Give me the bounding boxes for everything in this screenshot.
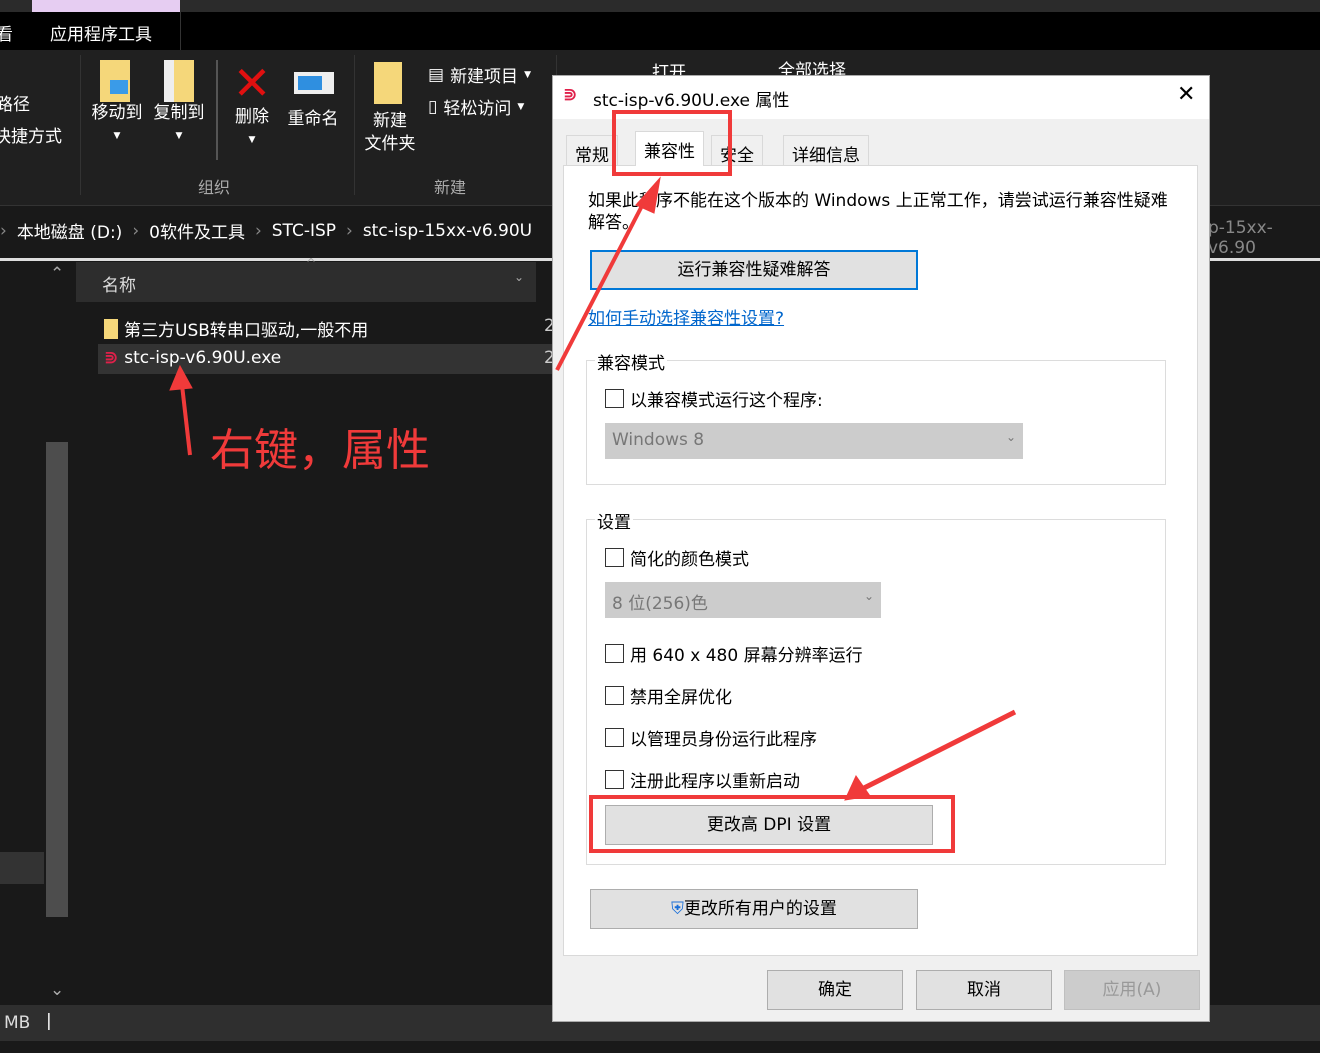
arrow-to-file [180, 384, 192, 456]
tab-compatibility[interactable]: 兼容性 [635, 131, 704, 166]
arrow-to-tab [555, 199, 647, 371]
arrow-to-dpi [858, 709, 1017, 793]
